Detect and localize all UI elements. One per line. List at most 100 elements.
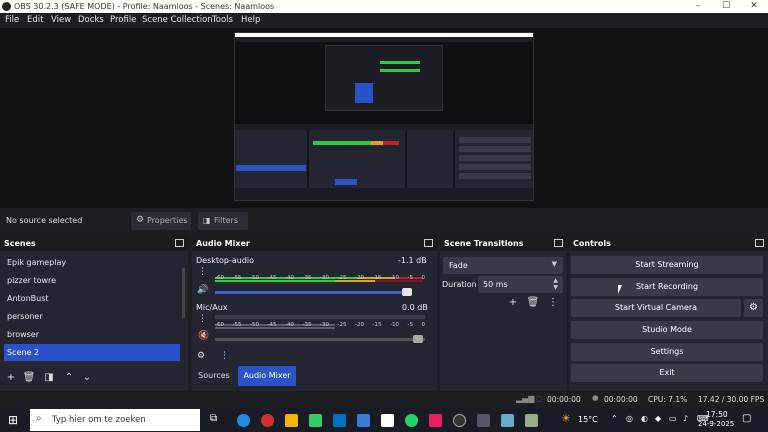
- scene-item[interactable]: pizzer towre: [4, 272, 180, 289]
- file-explorer-icon[interactable]: [285, 414, 298, 427]
- scenes-title-text: Scenes: [4, 239, 36, 248]
- properties-button[interactable]: ⚙ Properties: [131, 212, 191, 230]
- tick-label: -20: [355, 275, 364, 281]
- app-icon[interactable]: [501, 414, 514, 427]
- mail-icon[interactable]: [333, 414, 346, 427]
- whatsapp-icon[interactable]: [405, 414, 418, 427]
- scenes-scrollbar[interactable]: [182, 268, 185, 318]
- windows-start-icon[interactable]: ⊞: [8, 413, 18, 427]
- volume-slider-handle[interactable]: [402, 288, 412, 296]
- volume-icon[interactable]: ♪: [683, 414, 688, 423]
- virtual-camera-settings-icon[interactable]: ⚙: [744, 299, 763, 317]
- opera-icon[interactable]: [261, 414, 274, 427]
- undock-icon[interactable]: [424, 239, 433, 247]
- stepper-down-icon[interactable]: ▼: [553, 284, 558, 291]
- transition-select[interactable]: Fade ▼: [443, 257, 563, 274]
- menu-scene-collection[interactable]: Scene Collection: [142, 15, 213, 25]
- weather-icon[interactable]: ☀: [561, 412, 571, 425]
- task-view-icon[interactable]: ⧉: [210, 413, 217, 424]
- mixer-menu-icon[interactable]: ⋮: [220, 351, 229, 361]
- filters-button[interactable]: ◨ Filters: [198, 212, 248, 230]
- start-streaming-button[interactable]: Start Streaming: [571, 256, 763, 274]
- muted-speaker-icon[interactable]: 🔇: [198, 331, 209, 341]
- roblox-icon[interactable]: [381, 414, 394, 427]
- title-bar: OBS 30.2.3 (SAFE MODE) - Profile: Naamlo…: [0, 0, 768, 13]
- tick-label: -35: [302, 322, 312, 328]
- show-hidden-icons[interactable]: ⌃: [611, 414, 618, 423]
- start-virtual-camera-button[interactable]: Start Virtual Camera: [571, 299, 741, 317]
- tick-label: -55: [232, 275, 242, 281]
- app-icon[interactable]: [477, 414, 490, 427]
- add-scene-button[interactable]: +: [4, 371, 18, 385]
- menu-profile[interactable]: Profile: [110, 15, 136, 25]
- menu-file[interactable]: File: [5, 15, 19, 25]
- channel-name: Desktop-audio: [196, 256, 255, 265]
- scene-item[interactable]: AntonBust: [4, 290, 180, 307]
- preview-area[interactable]: [0, 28, 768, 208]
- app-icon[interactable]: [525, 414, 538, 427]
- scene-item[interactable]: personer: [4, 308, 180, 325]
- store-icon[interactable]: [309, 414, 322, 427]
- duration-value: 50 ms: [483, 280, 508, 289]
- tab-audio-mixer[interactable]: Audio Mixer: [238, 366, 296, 386]
- settings-button[interactable]: Settings: [571, 343, 763, 361]
- mixer-settings-icon[interactable]: ⚙: [197, 351, 205, 361]
- undock-icon[interactable]: [554, 239, 563, 247]
- tab-sources[interactable]: Sources: [192, 366, 236, 386]
- studio-mode-button[interactable]: Studio Mode: [571, 321, 763, 339]
- menu-tools[interactable]: Tools: [212, 15, 233, 25]
- mic-volume-slider[interactable]: [215, 338, 425, 341]
- minimize-button[interactable]: –: [684, 0, 712, 13]
- transition-menu-button[interactable]: ⋮: [546, 296, 560, 310]
- tray-icon[interactable]: ◆: [655, 414, 661, 423]
- tick-label: -45: [267, 322, 277, 328]
- undock-icon[interactable]: [755, 239, 764, 247]
- tick-label: -35: [302, 275, 312, 281]
- speaker-icon[interactable]: 🔊: [197, 285, 208, 295]
- notifications-icon[interactable]: ▢: [742, 413, 751, 424]
- stepper-up-icon[interactable]: ▲: [553, 277, 558, 284]
- scene-item-selected[interactable]: Scene 2: [4, 344, 180, 361]
- app-icon[interactable]: [429, 414, 442, 427]
- tick-label: 0: [421, 322, 426, 328]
- close-button[interactable]: ✕: [740, 0, 768, 13]
- menu-docks[interactable]: Docks: [78, 15, 104, 25]
- undock-icon[interactable]: [175, 239, 184, 247]
- menu-view[interactable]: View: [51, 15, 71, 25]
- scene-item[interactable]: Epik gameplay: [4, 254, 180, 271]
- volume-slider-handle[interactable]: [413, 335, 423, 343]
- transitions-title: Scene Transitions: [440, 236, 567, 251]
- meter-scale: -60 -55 -50 -45 -40 -35 -30 -25 -20 -15 -10 -5 0: [215, 322, 425, 328]
- transition-selected-value: Fade: [449, 261, 468, 270]
- channel-menu-button[interactable]: ⋮: [198, 314, 207, 324]
- start-recording-button[interactable]: Start Recording: [571, 278, 763, 296]
- menu-edit[interactable]: Edit: [27, 15, 43, 25]
- tick-label: -60: [215, 275, 224, 281]
- tick-label: -60: [215, 322, 224, 328]
- obs-taskbar-icon[interactable]: [453, 414, 466, 427]
- remove-transition-button[interactable]: 🗑: [526, 296, 540, 310]
- tick-label: -5: [407, 322, 413, 328]
- edge-icon[interactable]: [237, 414, 250, 427]
- remove-scene-button[interactable]: 🗑: [22, 371, 36, 385]
- tray-icon[interactable]: ◐: [641, 414, 648, 423]
- search-box[interactable]: ⌕ Typ hier om te zoeken: [30, 409, 200, 431]
- no-source-label: No source selected: [6, 216, 83, 225]
- tick-label: -10: [390, 275, 399, 281]
- add-transition-button[interactable]: +: [506, 296, 520, 310]
- tray-icon[interactable]: ◎: [626, 414, 633, 423]
- security-icon[interactable]: [357, 414, 370, 427]
- menu-help[interactable]: Help: [241, 15, 260, 25]
- move-up-button[interactable]: ⌃: [62, 371, 76, 385]
- scene-item[interactable]: browser: [4, 326, 180, 343]
- desktop-volume-slider[interactable]: [215, 291, 411, 294]
- move-down-button[interactable]: ⌄: [80, 371, 94, 385]
- scene-filters-button[interactable]: ◨: [42, 371, 56, 385]
- maximize-button[interactable]: ☐: [712, 0, 740, 13]
- transitions-title-text: Scene Transitions: [444, 239, 524, 248]
- network-icon[interactable]: ▭: [669, 414, 677, 423]
- channel-menu-button[interactable]: ⋮: [198, 267, 207, 277]
- exit-button[interactable]: Exit: [571, 364, 763, 382]
- duration-input[interactable]: 50 ms ▲ ▼: [478, 276, 563, 293]
- duration-label: Duration: [442, 280, 477, 289]
